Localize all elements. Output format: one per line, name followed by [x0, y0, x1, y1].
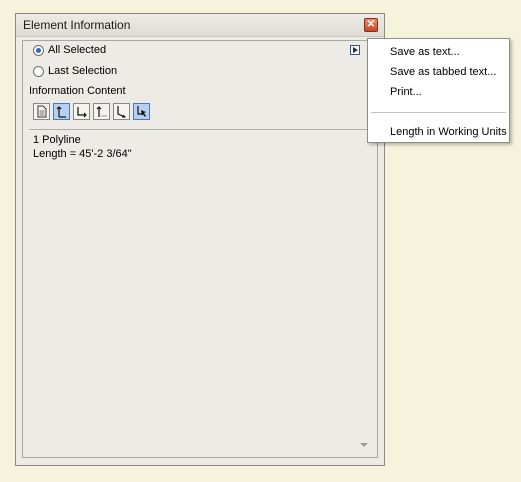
close-button[interactable]: ✕: [364, 18, 378, 32]
menu-item-print[interactable]: Print...: [390, 86, 422, 98]
menu-item-save-as-tabbed-text[interactable]: Save as tabbed text...: [390, 66, 496, 78]
vertical-scrollbar[interactable]: [357, 130, 371, 451]
vertical-axis-icon: [56, 106, 66, 118]
vertical-axis-disabled-icon: [96, 106, 107, 117]
information-content-label: Information Content: [29, 85, 126, 97]
vertical-axis-disabled-button[interactable]: [93, 103, 110, 120]
document-icon-button[interactable]: [33, 103, 50, 120]
content-line: Length = 45'-2 3/64": [33, 148, 132, 160]
diagonal-axis-button[interactable]: [113, 103, 130, 120]
right-angle-button[interactable]: [73, 103, 90, 120]
window-title: Element Information: [23, 18, 131, 32]
info-panel: All Selected Last Selection Information …: [22, 40, 378, 458]
radio-label: All Selected: [48, 44, 107, 56]
titlebar[interactable]: Element Information ✕: [16, 14, 384, 37]
scroll-down-arrow-icon[interactable]: [360, 443, 368, 447]
content-line: 1 Polyline: [33, 134, 81, 146]
diagonal-axis-icon: [117, 106, 127, 118]
radio-all-selected[interactable]: All Selected: [33, 44, 106, 56]
options-dropdown-menu: Save as text... Save as tabbed text... P…: [367, 38, 510, 143]
information-content-toolbar: [33, 103, 150, 120]
vertical-axis-button[interactable]: [53, 103, 70, 120]
cursor-select-button[interactable]: [133, 103, 150, 120]
radio-unchecked-icon: [33, 65, 44, 77]
menu-item-save-as-text[interactable]: Save as text...: [390, 46, 460, 58]
menu-item-length-in-working-units[interactable]: Length in Working Units: [390, 126, 507, 138]
options-menu-button[interactable]: [350, 45, 360, 55]
element-information-window: Element Information ✕ All Selected Last …: [15, 13, 385, 466]
document-icon: [37, 105, 47, 118]
information-content-area: 1 Polyline Length = 45'-2 3/64": [29, 129, 371, 451]
cursor-select-icon: [137, 106, 146, 117]
menu-separator: [371, 112, 506, 113]
radio-last-selection[interactable]: Last Selection: [33, 65, 117, 77]
radio-checked-icon: [33, 44, 44, 56]
right-angle-icon: [77, 107, 87, 118]
radio-label: Last Selection: [48, 65, 118, 77]
